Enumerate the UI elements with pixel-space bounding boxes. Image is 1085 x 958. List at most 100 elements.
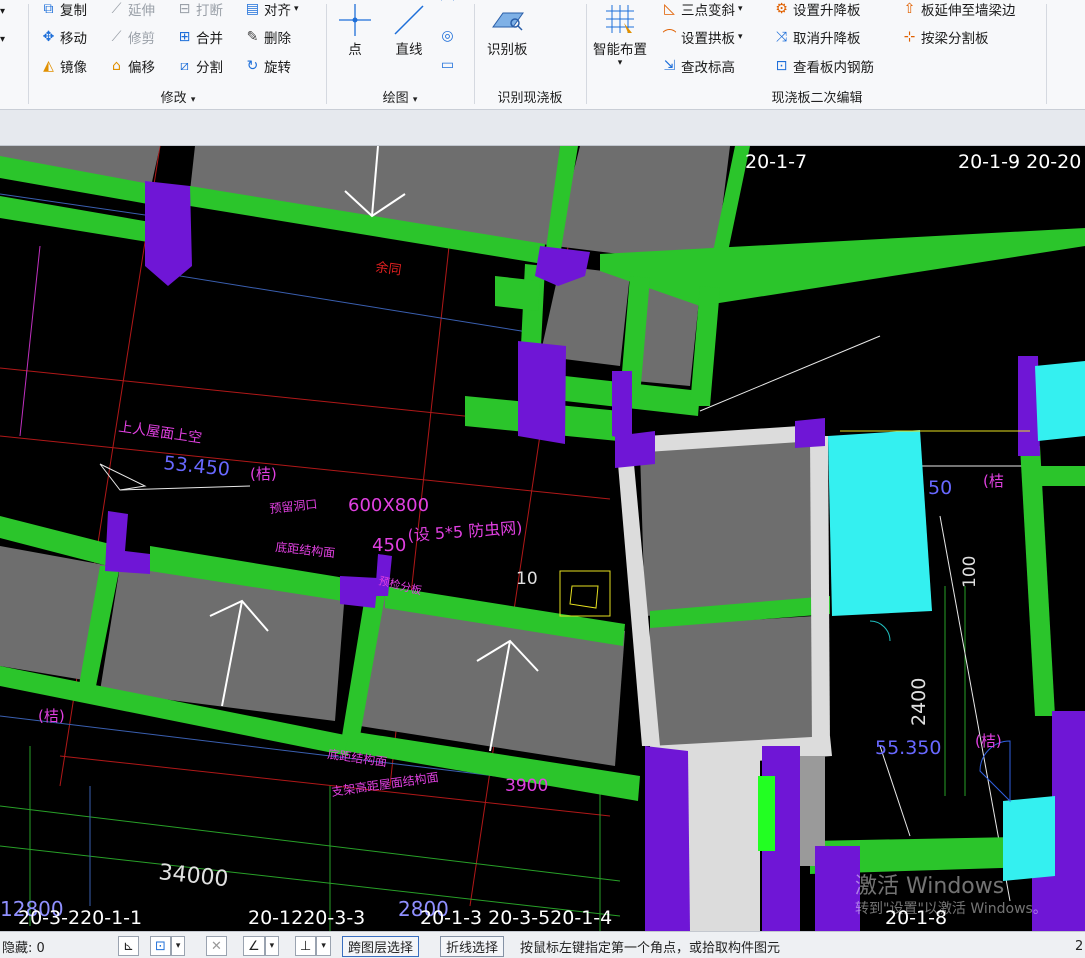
- annotation-text: (设 5*5 防虫网): [407, 518, 523, 545]
- activation-watermark-subtitle: 转到"设置"以激活 Windows。: [855, 901, 1047, 917]
- line-icon: [389, 2, 429, 38]
- circle-icon: ◎: [441, 27, 454, 44]
- chevron-down-icon: ▾: [264, 936, 280, 956]
- draw-group: 点 直线 ⌒ ◎ ▭ 绘图 ▾: [327, 0, 473, 110]
- dimension-label: 3900: [505, 776, 548, 796]
- rectangle-button[interactable]: ▭: [439, 54, 459, 76]
- drawing-canvas[interactable]: 20-1-7 20-1-9 20-20 余同 上人屋面上空 53.450 (桔)…: [0, 146, 1085, 931]
- chevron-down-icon: ▾: [316, 936, 331, 956]
- line-button[interactable]: 直线: [389, 2, 429, 58]
- delete-button[interactable]: ✎ 删除: [244, 26, 291, 48]
- slab-edit-group-label: 现浇板二次编辑: [771, 91, 863, 106]
- grid-toggle[interactable]: ⊥ ▾: [295, 936, 331, 956]
- dimension-label: 2400: [908, 678, 930, 726]
- dropdown-arrow-1[interactable]: ▾: [0, 0, 5, 22]
- point-button[interactable]: 点: [335, 2, 375, 58]
- ortho-toggle[interactable]: ⊾: [118, 936, 139, 956]
- snap-toggle[interactable]: ⊡ ▾: [150, 936, 186, 956]
- group-separator: [1046, 4, 1047, 104]
- dimension-label: 100: [960, 556, 980, 588]
- mirror-button[interactable]: ◭ 镜像: [40, 55, 87, 77]
- angle-toggle[interactable]: ∠ ▾: [243, 936, 280, 956]
- circle-button[interactable]: ◎: [439, 25, 459, 47]
- modify-group-label[interactable]: 修改 ▾: [30, 87, 326, 106]
- draw-group-label[interactable]: 绘图 ▾: [327, 87, 473, 106]
- annotation-text: 余同: [374, 259, 402, 278]
- rectangle-icon: ▭: [440, 56, 455, 73]
- extend-icon: ⟋: [111, 0, 122, 17]
- arc-icon: ⌒: [440, 0, 455, 13]
- raise-icon: ⚙: [775, 0, 788, 17]
- polyline-select-button[interactable]: 折线选择: [440, 935, 505, 957]
- annotation-text: 上人屋面上空: [117, 419, 202, 447]
- arch-icon: ⌒: [662, 28, 677, 45]
- angle-icon: ∠: [243, 936, 265, 956]
- eraser-icon: ✎: [246, 28, 259, 45]
- cross-layer-select-button[interactable]: 跨图层选择: [342, 935, 420, 957]
- offset-icon: ⌂: [112, 57, 121, 74]
- split-icon: ⧄: [180, 57, 189, 74]
- align-button[interactable]: ▤ 对齐 ▾: [244, 0, 299, 20]
- command-prompt: 按鼠标左键指定第一个角点，或拾取构件图元: [520, 940, 781, 956]
- axis-label: 20-1220-3-3: [248, 907, 365, 929]
- split-beam-icon: ⊹: [903, 28, 916, 45]
- split-by-beam-button[interactable]: ⊹ 按梁分割板: [901, 26, 989, 48]
- check-elevation-button[interactable]: ⇲ 查改标高: [661, 55, 735, 77]
- cad-drawing[interactable]: 20-1-7 20-1-9 20-20 余同 上人屋面上空 53.450 (桔)…: [0, 146, 1085, 931]
- ribbon-toolbar: ▾ ▾ ⧉ 复制 ⟋ 延伸 ⊟ 打断 ▤ 对齐 ▾ ✥ 移动 ⟋ 修剪 ⊞ 合并 ✎ 删除 ◭ 镜像…: [0, 0, 1085, 110]
- annotation-text: 底距结构面: [275, 539, 336, 560]
- elevation-label: 53.450: [162, 452, 230, 481]
- dimension-label: 450: [372, 535, 406, 556]
- annotation-text: (桔): [38, 707, 65, 725]
- annotation-text: 支架高距屋面结构面: [330, 769, 439, 799]
- axis-label: 20-3-220-1-1: [18, 907, 142, 929]
- split-button[interactable]: ⧄ 分割: [176, 55, 223, 77]
- break-button[interactable]: ⊟ 打断: [176, 0, 223, 20]
- stair-arc: [979, 740, 1011, 803]
- angle-label: 10: [516, 569, 538, 589]
- chevron-down-icon: ▾: [170, 936, 186, 956]
- hidden-count: 隐藏: 0: [2, 940, 45, 956]
- activation-watermark-title: 激活 Windows: [855, 874, 1005, 899]
- cross-icon: ✕: [206, 936, 227, 956]
- annotation-text: (桔): [250, 465, 277, 483]
- view-rebar-button[interactable]: ⊡ 查看板内钢筋: [773, 55, 874, 77]
- extend-button[interactable]: ⟋ 延伸: [108, 0, 155, 20]
- axis-label: 20-1-7: [745, 151, 807, 173]
- trim-button[interactable]: ⟋ 修剪: [108, 26, 155, 48]
- merge-button[interactable]: ⊞ 合并: [176, 26, 223, 48]
- annotation-text: (桔): [975, 732, 1002, 750]
- identify-group: 识别板 识别现浇板: [475, 0, 585, 110]
- move-button[interactable]: ✥ 移动: [40, 26, 87, 48]
- slab-edit-group: 智能布置 ▾ ◺ 三点变斜 ▾ ⌒ 设置拱板 ▾ ⇲ 查改标高 ⚙ 设置升降板 ⤨ 取消升降板…: [587, 0, 1047, 110]
- set-arch-button[interactable]: ⌒ 设置拱板 ▾: [661, 26, 743, 48]
- smart-layout-button[interactable]: 智能布置 ▾: [593, 2, 647, 68]
- ortho-icon: ⊾: [118, 936, 139, 956]
- align-icon: ▤: [245, 0, 260, 17]
- break-icon: ⊟: [178, 0, 191, 17]
- arc-button[interactable]: ⌒: [439, 0, 459, 16]
- extend-wall-icon: ⇧: [903, 0, 916, 17]
- set-raise-button[interactable]: ⚙ 设置升降板: [773, 0, 860, 20]
- three-point-slope-button[interactable]: ◺ 三点变斜 ▾: [661, 0, 742, 20]
- axis-label: 20-1-9 20-20: [958, 151, 1081, 173]
- rotate-button[interactable]: ↻ 旋转: [244, 55, 291, 77]
- cancel-raise-button[interactable]: ⤨ 取消升降板: [773, 26, 861, 48]
- mirror-icon: ◭: [43, 57, 54, 74]
- grid-icon: ⊥: [295, 936, 317, 956]
- snap-icon: ⊡: [150, 936, 171, 956]
- cancel-raise-icon: ⤨: [775, 28, 788, 45]
- identify-slab-button[interactable]: 识别板: [487, 2, 528, 58]
- identify-slab-icon: [487, 2, 527, 38]
- identify-group-label: 识别现浇板: [497, 91, 563, 106]
- status-right-value: 2: [1075, 938, 1084, 954]
- elevation-icon: ⇲: [663, 57, 676, 74]
- cross-snap-toggle[interactable]: ✕: [206, 936, 227, 956]
- dropdown-arrow-2[interactable]: ▾: [0, 28, 5, 50]
- dimension-label: 34000: [157, 860, 229, 892]
- axis-label: 20-1-3 20-3-520-1-4: [420, 907, 612, 929]
- copy-button[interactable]: ⧉ 复制: [40, 0, 88, 20]
- offset-button[interactable]: ⌂ 偏移: [108, 55, 155, 77]
- magenta-lines: [0, 146, 41, 437]
- extend-to-wall-button[interactable]: ⇧ 板延伸至墙梁边: [901, 0, 1016, 20]
